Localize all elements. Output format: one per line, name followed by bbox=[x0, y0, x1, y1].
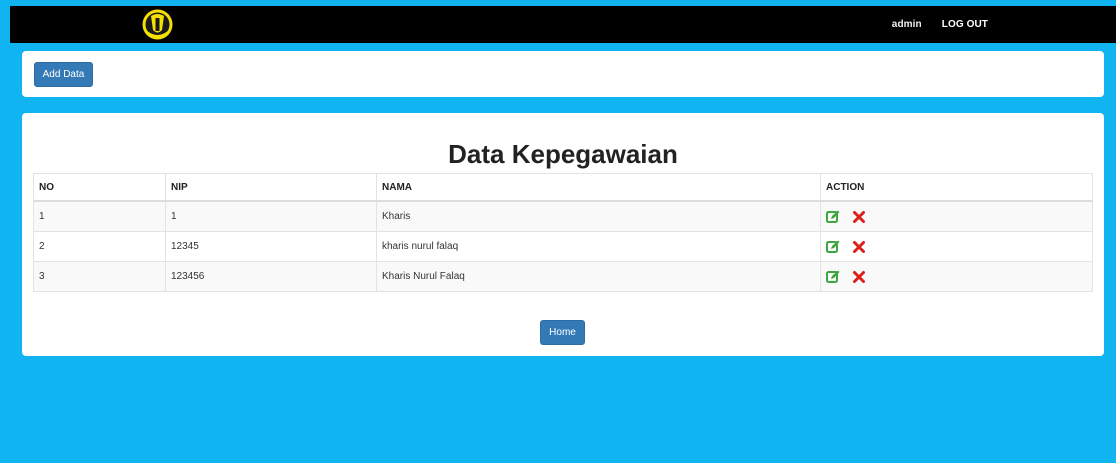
header-nip: NIP bbox=[165, 173, 377, 202]
cell-no: 1 bbox=[33, 200, 166, 232]
navbar-right: admin LOG OUT bbox=[892, 6, 988, 43]
table-row: 3 123456 Kharis Nurul Falaq bbox=[33, 261, 1093, 292]
row-actions bbox=[826, 270, 1087, 284]
logout-link[interactable]: LOG OUT bbox=[942, 19, 988, 30]
delete-icon[interactable] bbox=[852, 210, 866, 224]
cell-nip: 1 bbox=[165, 200, 377, 232]
header-action: ACTION bbox=[820, 173, 1093, 202]
cell-no: 3 bbox=[33, 261, 166, 292]
toolbar-panel: Add Data bbox=[22, 51, 1104, 97]
delete-icon[interactable] bbox=[852, 240, 866, 254]
edit-icon[interactable] bbox=[826, 270, 840, 284]
cell-nip: 123456 bbox=[165, 261, 377, 292]
header-no: NO bbox=[33, 173, 166, 202]
delete-icon[interactable] bbox=[852, 270, 866, 284]
top-navbar: admin LOG OUT bbox=[10, 6, 1116, 43]
edit-icon[interactable] bbox=[826, 210, 840, 224]
cell-nama: Kharis Nurul Falaq bbox=[376, 261, 821, 292]
cell-nama: Kharis bbox=[376, 200, 821, 232]
table-header-row: NO NIP NAMA ACTION bbox=[33, 173, 1093, 202]
row-actions bbox=[826, 210, 1087, 224]
add-data-button[interactable]: Add Data bbox=[34, 62, 93, 87]
page-title: Data Kepegawaian bbox=[448, 139, 678, 169]
edit-icon[interactable] bbox=[826, 240, 840, 254]
logo-icon[interactable] bbox=[141, 8, 174, 41]
cell-nip: 12345 bbox=[165, 231, 377, 262]
cell-no: 2 bbox=[33, 231, 166, 262]
cell-nama: kharis nurul falaq bbox=[376, 231, 821, 262]
user-link[interactable]: admin bbox=[892, 19, 922, 30]
cell-action bbox=[820, 231, 1093, 262]
header-nama: NAMA bbox=[376, 173, 821, 202]
employee-table: NO NIP NAMA ACTION 1 1 Kharis 2 12345 kh… bbox=[33, 173, 1093, 292]
row-actions bbox=[826, 240, 1087, 254]
table-row: 1 1 Kharis bbox=[33, 200, 1093, 232]
data-panel: Data Kepegawaian NO NIP NAMA ACTION 1 1 … bbox=[22, 113, 1104, 356]
cell-action bbox=[820, 200, 1093, 232]
home-button[interactable]: Home bbox=[540, 320, 585, 345]
table-row: 2 12345 kharis nurul falaq bbox=[33, 231, 1093, 262]
cell-action bbox=[820, 261, 1093, 292]
